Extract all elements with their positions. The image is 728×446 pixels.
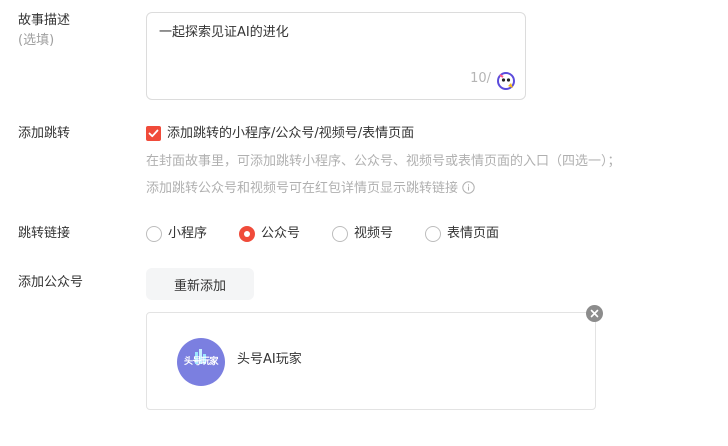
character-counter: 10/ [470, 71, 491, 86]
radio-sticker-page[interactable]: 表情页面 [425, 225, 499, 243]
official-account-card: 头号玩家 头号AI玩家 [146, 312, 596, 410]
radio-channels[interactable]: 视频号 [332, 225, 393, 243]
radio-official-account[interactable]: 公众号 [239, 225, 300, 243]
avatar: 头号玩家 [177, 338, 225, 386]
story-textarea[interactable]: 一起探索见证AI的进化 10/ [146, 12, 526, 100]
radio-circle[interactable] [146, 226, 162, 242]
jump-checkbox[interactable] [146, 126, 161, 141]
close-icon [590, 309, 599, 318]
radio-label[interactable]: 视频号 [354, 225, 393, 243]
checkmark-icon [148, 129, 159, 138]
jump-hint-line1: 在封面故事里，可添加跳转小程序、公众号、视频号或表情页面的入口（四选一）； [146, 154, 621, 169]
jump-hint-line2-text: 添加跳转公众号和视频号可在红包详情页显示跳转链接 [146, 181, 459, 196]
info-icon[interactable] [462, 181, 475, 200]
official-account-label: 添加公众号 [18, 275, 84, 290]
radio-mini-program[interactable]: 小程序 [146, 225, 207, 243]
ai-assistant-icon[interactable] [496, 71, 516, 91]
story-text: 一起探索见证AI的进化 [159, 25, 289, 40]
jump-checkbox-label[interactable]: 添加跳转的小程序/公众号/视频号/表情页面 [167, 125, 414, 143]
jump-label: 添加跳转 [18, 126, 71, 141]
story-optional-label: (选填) [18, 33, 55, 48]
readd-button[interactable]: 重新添加 [146, 268, 254, 300]
radio-label[interactable]: 表情页面 [447, 225, 499, 243]
radio-circle[interactable] [425, 226, 441, 242]
radio-label[interactable]: 公众号 [261, 225, 300, 243]
radio-label[interactable]: 小程序 [168, 225, 207, 243]
remove-account-button[interactable] [586, 305, 603, 322]
story-label: 故事描述 [18, 13, 71, 28]
radio-circle[interactable] [332, 226, 348, 242]
link-label: 跳转链接 [18, 226, 71, 241]
radio-circle-selected[interactable] [239, 226, 255, 242]
account-name: 头号AI玩家 [237, 352, 302, 367]
avatar-text: 头号玩家 [183, 357, 219, 367]
jump-hint-line2: 添加跳转公众号和视频号可在红包详情页显示跳转链接 [146, 180, 475, 200]
